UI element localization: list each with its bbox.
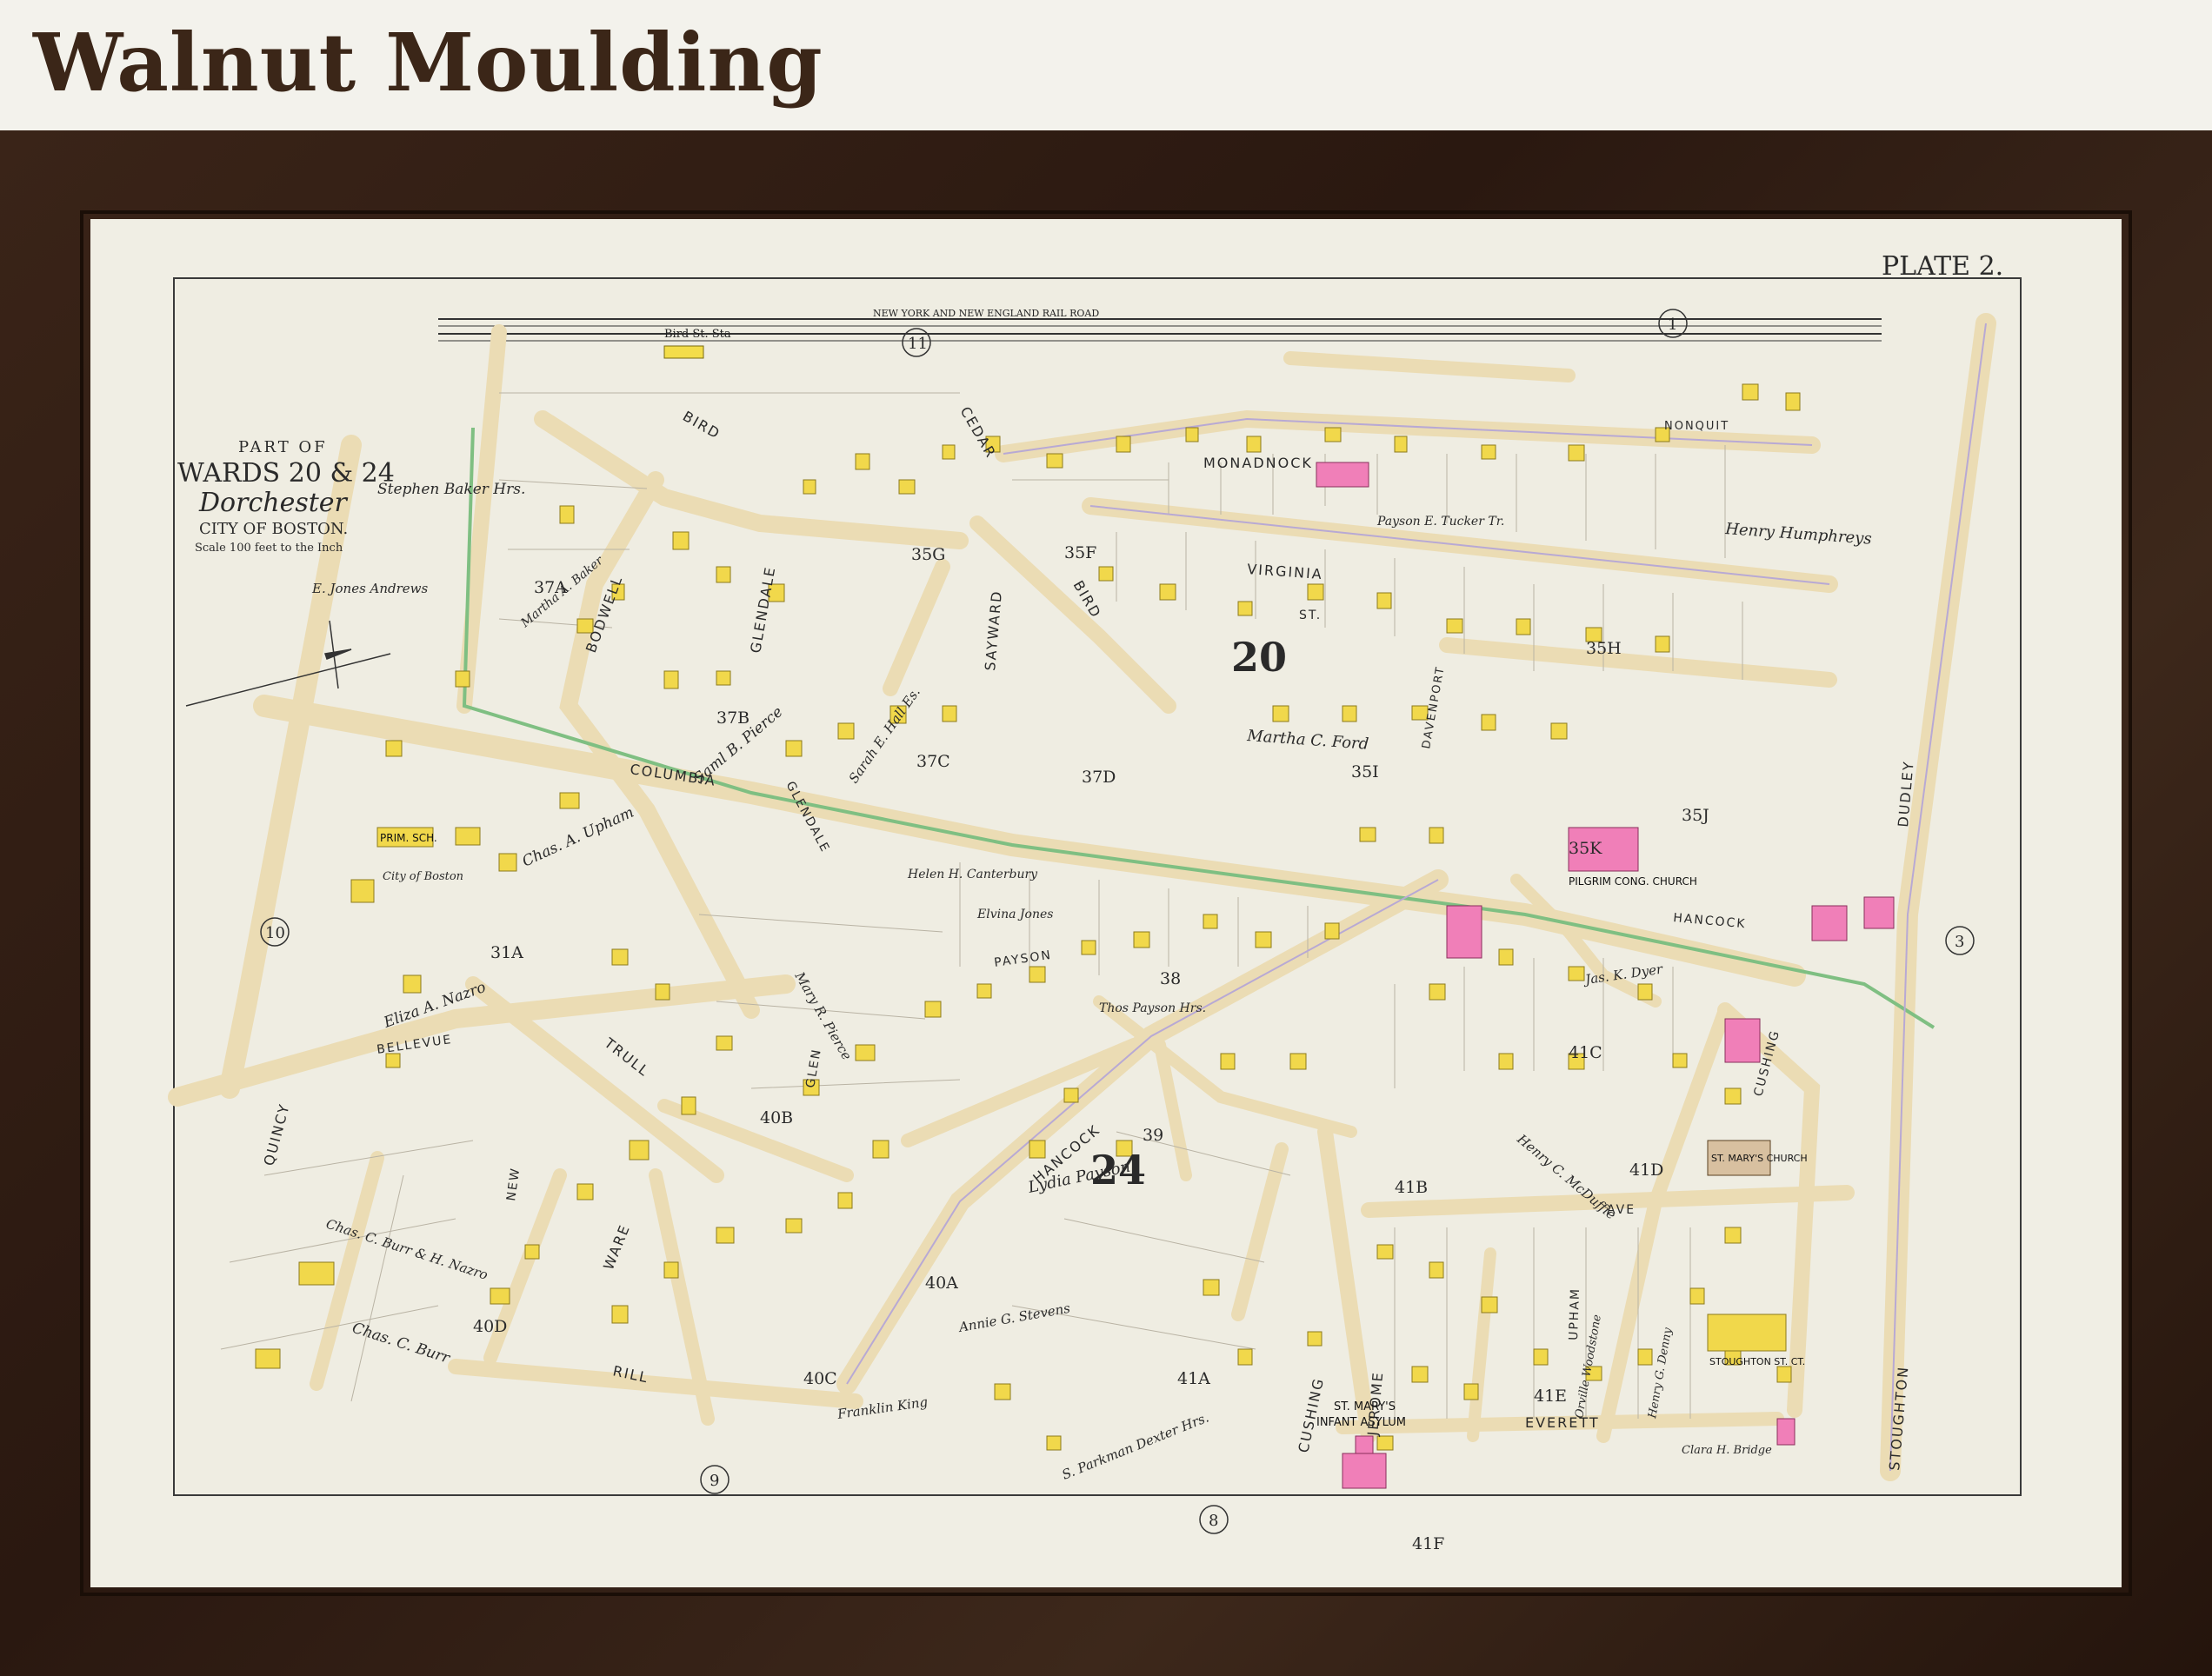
plate-number: PLATE 2. [1882, 251, 2003, 282]
block-31A: 31A [490, 943, 523, 962]
stoughton-ct-label: STOUGHTON ST. CT. [1709, 1356, 1805, 1367]
plate-ref-10: 10 [265, 924, 285, 942]
block-35H: 35H [1586, 639, 1622, 658]
block-40B: 40B [760, 1108, 793, 1127]
map-title-line1: PART OF [238, 438, 328, 456]
block-35F: 35F [1064, 543, 1096, 562]
block-41D: 41D [1629, 1161, 1663, 1180]
street-st-virginia: ST. [1299, 609, 1322, 622]
block-35K: 35K [1569, 839, 1602, 858]
header-bar: Walnut Moulding [0, 0, 2212, 130]
block-35J: 35J [1682, 806, 1709, 825]
owner-label: Clara H. Bridge [1682, 1444, 1772, 1457]
map-title-line4: CITY OF BOSTON. [199, 520, 348, 538]
block-40A: 40A [925, 1274, 958, 1293]
plate-ref-3: 3 [1955, 933, 1964, 951]
map-mat: NEW YORK AND NEW ENGLAND RAIL ROAD Bird … [90, 219, 2122, 1587]
map-title-line2: WARDS 20 & 24 [177, 458, 395, 489]
owner-label: City of Boston [383, 870, 463, 883]
pilgrim-church-label: PILGRIM CONG. CHURCH [1569, 875, 1697, 888]
owner-label: Stephen Baker Hrs. [377, 481, 525, 498]
block-41B: 41B [1395, 1178, 1428, 1197]
block-37C: 37C [916, 752, 950, 771]
ward-number-20: 20 [1231, 634, 1287, 681]
station-label: Bird St. Sta [664, 328, 731, 341]
block-35G: 35G [911, 545, 945, 564]
block-38: 38 [1160, 969, 1181, 988]
owner-label: Thos Payson Hrs. [1099, 1001, 1206, 1015]
prim-sch-label: PRIM. SCH. [380, 832, 437, 844]
owner-label: Elvina Jones [976, 908, 1053, 921]
map-title-line3: Dorchester [198, 488, 349, 518]
block-40C: 40C [803, 1369, 837, 1388]
railroad-label: NEW YORK AND NEW ENGLAND RAIL ROAD [873, 308, 1099, 319]
map-scale: Scale 100 feet to the Inch [195, 542, 343, 555]
plate-ref-9: 9 [710, 1472, 719, 1490]
page-title: Walnut Moulding [33, 16, 823, 110]
walnut-frame: NEW YORK AND NEW ENGLAND RAIL ROAD Bird … [0, 130, 2212, 1676]
street-upham: UPHAM [1567, 1287, 1582, 1340]
block-41E: 41E [1534, 1387, 1567, 1406]
street-nonquit: NONQUIT [1664, 420, 1729, 433]
block-37B: 37B [716, 708, 750, 728]
owner-label: Payson E. Tucker Tr. [1376, 515, 1504, 529]
street-everett: EVERETT [1525, 1414, 1600, 1431]
block-40D: 40D [473, 1317, 507, 1336]
block-41A: 41A [1177, 1369, 1210, 1388]
block-41F: 41F [1412, 1534, 1444, 1553]
asylum-label-2: INFANT ASYLUM [1316, 1416, 1406, 1429]
block-35I: 35I [1351, 762, 1379, 781]
street-monadnock: MONADNOCK [1203, 455, 1313, 471]
plate-ref-8: 8 [1209, 1512, 1218, 1530]
block-37D: 37D [1082, 768, 1116, 787]
map-canvas: NEW YORK AND NEW ENGLAND RAIL ROAD Bird … [90, 219, 2122, 1587]
block-39: 39 [1143, 1126, 1163, 1145]
st-marys-church-label: ST. MARY'S CHURCH [1711, 1153, 1808, 1164]
plate-ref-1: 1 [1668, 316, 1677, 334]
plate-ref-11: 11 [908, 335, 928, 353]
owner-label: Helen H. Canterbury [907, 868, 1038, 881]
block-41C: 41C [1569, 1043, 1602, 1062]
owner-label: E. Jones Andrews [311, 581, 429, 596]
asylum-label-1: ST. MARY'S [1334, 1400, 1396, 1413]
